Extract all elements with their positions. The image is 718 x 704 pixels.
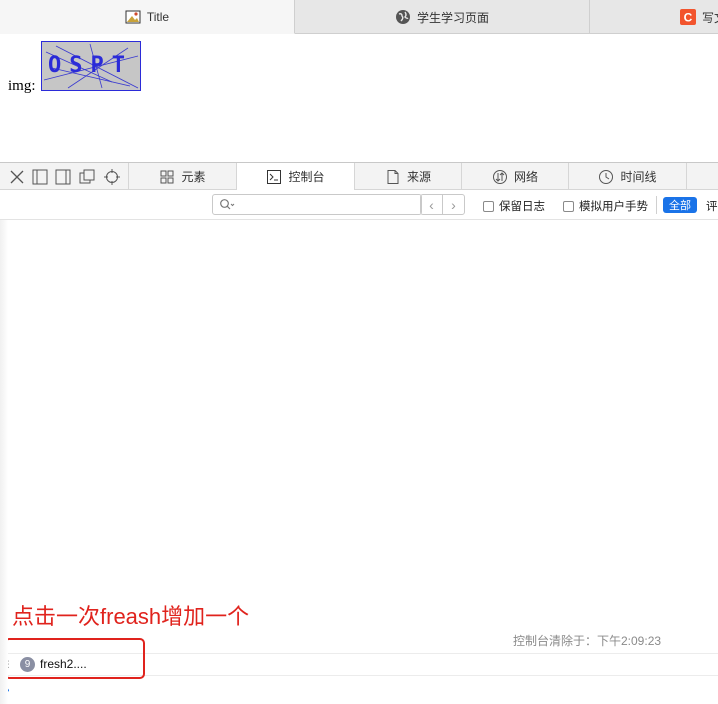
filter-all-button[interactable]: 全部 <box>663 197 697 213</box>
tab-label: 控制台 <box>288 170 325 184</box>
globe-icon <box>395 9 411 25</box>
browser-tab-study[interactable]: 学生学习页面 <box>295 0 590 34</box>
network-icon <box>492 169 508 185</box>
panel-edge-shadow <box>0 220 8 704</box>
console-cleared-message: 控制台清除于：下午2:09:23 <box>513 634 662 648</box>
undock-icon[interactable] <box>78 168 96 186</box>
captcha-image[interactable]: OSPT <box>41 41 141 91</box>
annotation-text: 点击一次freash增加一个 <box>12 604 250 629</box>
elements-icon <box>159 169 175 185</box>
console-search[interactable] <box>212 194 422 215</box>
search-icon <box>219 198 235 215</box>
captcha-text: OSPT <box>48 53 133 78</box>
browser-tab-write[interactable]: C 写文 <box>590 0 718 34</box>
annotation-highlight-box <box>4 638 145 679</box>
console-icon <box>266 169 282 185</box>
devtools-toolbar: 元素 控制台 来源 网络 时间线 <box>0 162 718 190</box>
csdn-c-icon: C <box>680 9 696 25</box>
browser-tab-label: 学生学习页面 <box>416 10 489 25</box>
checkbox-label: 保留日志 <box>499 201 545 213</box>
tab-console[interactable]: 控制台 <box>236 163 354 190</box>
img-label: img: <box>8 78 36 94</box>
browser-tab-label: 写文 <box>702 10 718 25</box>
timeline-icon <box>598 169 614 185</box>
checkbox-label: 模拟用户手势 <box>579 201 648 213</box>
tab-label: 来源 <box>406 170 431 184</box>
inspect-target-icon[interactable] <box>103 168 121 186</box>
tab-label: 时间线 <box>620 170 657 184</box>
image-icon <box>125 9 141 25</box>
dock-left-icon[interactable] <box>31 168 49 186</box>
tab-label: 网络 <box>513 170 538 184</box>
dock-right-icon[interactable] <box>54 168 72 186</box>
chevron-right-icon[interactable]: › <box>442 195 464 214</box>
browser-tab-title[interactable]: Title <box>0 0 295 34</box>
close-icon[interactable] <box>8 168 26 186</box>
sources-icon <box>385 169 401 185</box>
tab-overflow[interactable] <box>686 163 718 190</box>
console-filter-bar: ‹ › 保留日志 模拟用户手势 全部 评 <box>0 190 718 220</box>
tab-network[interactable]: 网络 <box>461 163 568 190</box>
search-nav: ‹ › <box>420 194 465 215</box>
console-output: 点击一次freash增加一个 控制台清除于：下午2:09:23 ⋮ 9 fres… <box>0 220 718 704</box>
browser-tab-label: Title <box>146 9 170 24</box>
filter-divider <box>656 196 657 214</box>
browser-tab-bar: Title 学生学习页面 C 写文 <box>0 0 718 34</box>
search-input[interactable] <box>237 197 417 212</box>
svg-text:C: C <box>684 11 693 25</box>
page-content: img: OSPT <box>0 34 718 162</box>
chevron-left-icon[interactable]: ‹ <box>421 195 442 214</box>
tab-timeline[interactable]: 时间线 <box>568 163 686 190</box>
tab-label: 元素 <box>181 170 206 184</box>
checkbox-box[interactable] <box>483 200 494 212</box>
filter-more-label[interactable]: 评 <box>706 198 718 214</box>
checkbox-box[interactable] <box>563 200 574 212</box>
preserve-log-checkbox[interactable]: 保留日志 <box>483 198 545 214</box>
tab-elements[interactable]: 元素 <box>128 163 236 190</box>
simulate-gesture-checkbox[interactable]: 模拟用户手势 <box>563 198 648 214</box>
tab-sources[interactable]: 来源 <box>354 163 461 190</box>
